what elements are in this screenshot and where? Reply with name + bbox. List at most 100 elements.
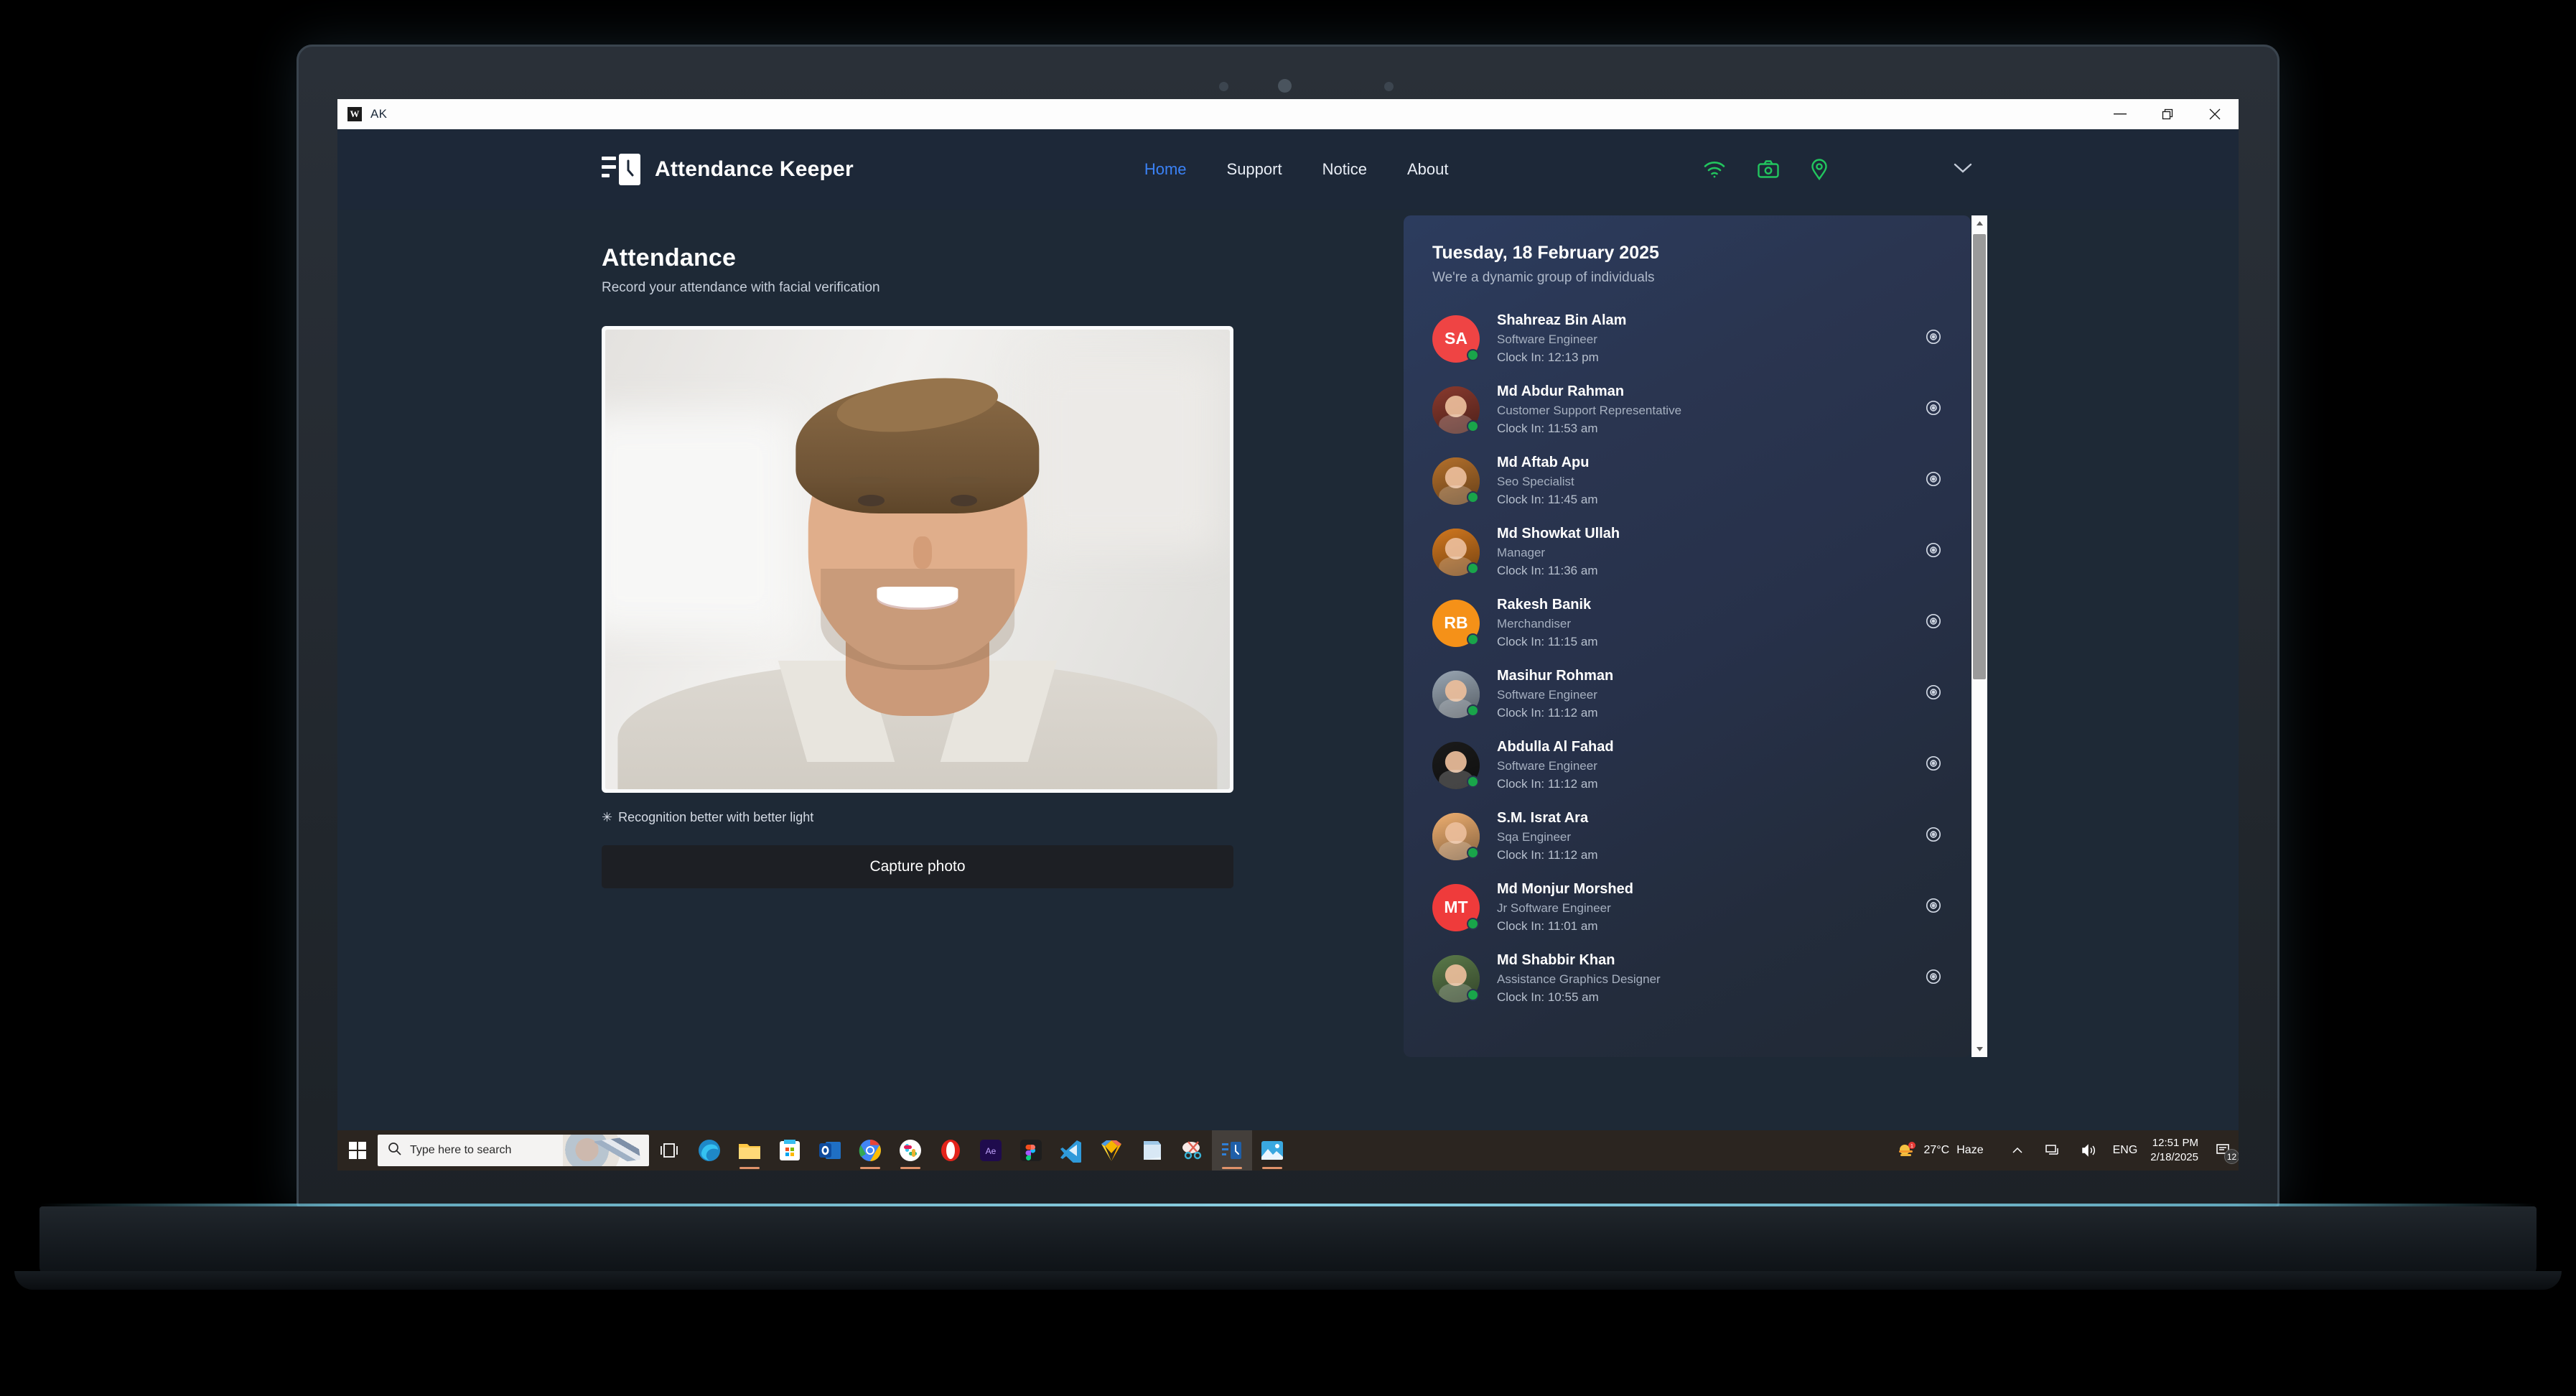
attendee-clock-in: Clock In: 11:12 am <box>1497 777 1598 791</box>
opera-icon[interactable] <box>930 1130 971 1171</box>
notifications-button[interactable]: 12 <box>2210 1130 2239 1171</box>
attendee-row[interactable]: Masihur Rohman Software Engineer Clock In:… <box>1404 659 1971 730</box>
attendee-name: Md Showkat Ullah <box>1497 526 1620 541</box>
attendee-row[interactable]: SA Shahreaz Bin Alam Software Engineer Cloc… <box>1404 303 1971 374</box>
attendee-info: Rakesh Banik Merchandiser Clock In: 11:15 … <box>1497 597 1916 649</box>
eye-icon[interactable] <box>1925 684 1942 704</box>
eye-icon[interactable] <box>1925 755 1942 776</box>
windows-taskbar: Type here to search Ae 1 27°C Haze ENG 1… <box>337 1130 2239 1171</box>
search-input[interactable]: Type here to search <box>378 1135 649 1166</box>
svg-text:1: 1 <box>1911 1144 1914 1149</box>
attendee-row[interactable]: RB Rakesh Banik Merchandiser Clock In: 11:1… <box>1404 587 1971 659</box>
app-logo-icon <box>602 154 640 185</box>
brand: Attendance Keeper <box>602 154 854 185</box>
window-title-bar: W AK <box>337 99 2239 129</box>
laptop-base <box>39 1206 2537 1278</box>
attendee-clock-in: Clock In: 10:55 am <box>1497 990 1599 1004</box>
volume-icon[interactable] <box>2077 1138 2101 1163</box>
network-icon[interactable] <box>2041 1138 2066 1163</box>
nav-item-home[interactable]: Home <box>1144 160 1187 179</box>
svg-text:Ae: Ae <box>986 1146 997 1156</box>
attendee-role: Jr Software Engineer <box>1497 901 1611 915</box>
clock-time: 12:51 PM <box>2152 1136 2198 1149</box>
scrollbar-thumb[interactable] <box>1973 234 1986 679</box>
nav-item-support[interactable]: Support <box>1227 160 1282 179</box>
taskbar-clock[interactable]: 12:51 PM 2/18/2025 <box>2150 1136 2198 1165</box>
webcam-dot-left <box>1219 82 1228 91</box>
attendee-row[interactable]: Md Aftab Apu Seo Specialist Clock In: 11:4… <box>1404 445 1971 516</box>
attendee-info: Abdulla Al Fahad Software Engineer Clock I… <box>1497 739 1916 791</box>
minimize-button[interactable] <box>2096 99 2144 129</box>
after-effects-icon[interactable]: Ae <box>971 1130 1011 1171</box>
nav-item-notice[interactable]: Notice <box>1322 160 1367 179</box>
attendee-row[interactable]: MT Md Monjur Morshed Jr Software Engineer C… <box>1404 872 1971 943</box>
figma-icon[interactable] <box>1011 1130 1051 1171</box>
attendee-clock-in: Clock In: 11:01 am <box>1497 919 1598 933</box>
eye-icon[interactable] <box>1925 328 1942 349</box>
avatar <box>1432 528 1480 576</box>
attendance-section: Attendance Record your attendance with f… <box>602 244 1248 888</box>
snipping-tool-icon[interactable] <box>1172 1130 1212 1171</box>
attendee-role: Seo Specialist <box>1497 475 1574 488</box>
attendee-role: Assistance Graphics Designer <box>1497 972 1661 986</box>
attendees-list: SA Shahreaz Bin Alam Software Engineer Cloc… <box>1404 303 1971 1014</box>
app-window-icon: W <box>347 107 362 121</box>
eye-icon[interactable] <box>1925 541 1942 562</box>
photos-icon[interactable] <box>1252 1130 1292 1171</box>
scroll-up-arrow[interactable] <box>1971 215 1987 231</box>
show-hidden-icons-chevron[interactable] <box>2005 1138 2030 1163</box>
scroll-down-arrow[interactable] <box>1971 1041 1987 1057</box>
location-icon[interactable] <box>1811 159 1828 180</box>
attendee-info: Md Showkat Ullah Manager Clock In: 11:36 a… <box>1497 526 1916 578</box>
attendee-info: Masihur Rohman Software Engineer Clock In:… <box>1497 668 1916 720</box>
chevron-down-icon[interactable] <box>1953 162 1973 178</box>
outlook-icon[interactable] <box>810 1130 850 1171</box>
sketch-icon[interactable] <box>1091 1130 1131 1171</box>
task-view-icon[interactable] <box>649 1130 689 1171</box>
windows-desktop: W AK Attendance Keeper Home Support Noti… <box>337 99 2239 1171</box>
eye-icon[interactable] <box>1925 968 1942 989</box>
eye-icon[interactable] <box>1925 613 1942 633</box>
weather-widget[interactable]: 1 27°C Haze <box>1896 1142 1984 1159</box>
eye-icon[interactable] <box>1925 470 1942 491</box>
wifi-icon[interactable] <box>1703 160 1726 179</box>
edge-icon[interactable] <box>689 1130 729 1171</box>
online-status-dot <box>1467 562 1479 574</box>
attendee-info: Md Shabbir Khan Assistance Graphics Desig… <box>1497 952 1916 1005</box>
capture-photo-button[interactable]: Capture photo <box>602 845 1233 888</box>
app-header: Attendance Keeper Home Support Notice Ab… <box>337 129 2239 210</box>
attendee-row[interactable]: Md Showkat Ullah Manager Clock In: 11:36 a… <box>1404 516 1971 587</box>
page-content: Attendance Record your attendance with f… <box>337 210 2239 1171</box>
avatar <box>1432 386 1480 434</box>
notepad-icon[interactable] <box>1131 1130 1172 1171</box>
eye-icon[interactable] <box>1925 826 1942 847</box>
vscode-icon[interactable] <box>1051 1130 1091 1171</box>
close-button[interactable] <box>2191 99 2239 129</box>
avatar <box>1432 670 1480 718</box>
page-title: Attendance <box>602 244 737 271</box>
weather-temp: 27°C <box>1923 1144 1950 1156</box>
attendee-row[interactable]: Md Abdur Rahman Customer Support Represen… <box>1404 374 1971 445</box>
microsoft-store-icon[interactable] <box>770 1130 810 1171</box>
attendee-clock-in: Clock In: 12:13 pm <box>1497 350 1599 364</box>
file-explorer-icon[interactable] <box>729 1130 770 1171</box>
chrome-icon[interactable] <box>850 1130 890 1171</box>
camera-icon[interactable] <box>1758 160 1780 179</box>
attendee-row[interactable]: S.M. Israt Ara Sqa Engineer Clock In: 11:1… <box>1404 801 1971 872</box>
camera-preview-frame <box>602 326 1233 793</box>
slack-icon[interactable] <box>890 1130 930 1171</box>
language-indicator[interactable]: ENG <box>2113 1138 2138 1163</box>
windows-start-icon[interactable] <box>337 1130 378 1171</box>
eye-icon[interactable] <box>1925 897 1942 918</box>
logo-clock-icon <box>619 154 640 185</box>
eye-icon[interactable] <box>1925 399 1942 420</box>
attendee-row[interactable]: Abdulla Al Fahad Software Engineer Clock I… <box>1404 730 1971 801</box>
attendance-keeper-icon[interactable] <box>1212 1130 1252 1171</box>
maximize-button[interactable] <box>2144 99 2191 129</box>
nav-item-about[interactable]: About <box>1407 160 1449 179</box>
attendees-scrollbar[interactable] <box>1971 215 1987 1057</box>
attendee-role: Merchandiser <box>1497 617 1571 630</box>
attendee-name: S.M. Israt Ara <box>1497 810 1589 826</box>
lighting-hint-text: Recognition better with better light <box>618 810 814 824</box>
attendee-row[interactable]: Md Shabbir Khan Assistance Graphics Desig… <box>1404 943 1971 1014</box>
